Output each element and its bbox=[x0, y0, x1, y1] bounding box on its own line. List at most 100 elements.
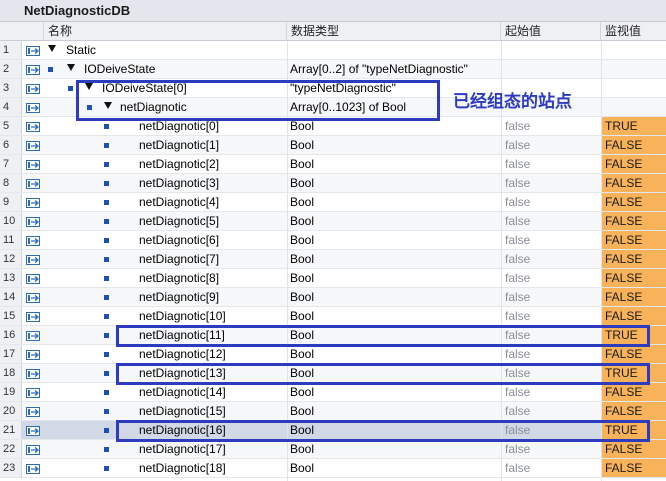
table-row[interactable]: 9 netDiagnotic[4] Bool false FALSE bbox=[0, 193, 666, 212]
start-value-cell[interactable]: false bbox=[505, 174, 530, 192]
start-value-cell[interactable]: false bbox=[505, 364, 530, 382]
data-type-cell[interactable]: Bool bbox=[290, 421, 314, 439]
table-row[interactable]: 2 IODeiveState Array[0..2] of "typeNetDiag… bbox=[0, 60, 666, 79]
tag-name[interactable]: netDiagnotic[7] bbox=[139, 250, 219, 268]
tag-name[interactable]: Static bbox=[66, 41, 96, 59]
tag-name[interactable]: netDiagnotic[6] bbox=[139, 231, 219, 249]
table-row[interactable]: 23 netDiagnotic[18] Bool false FALSE bbox=[0, 459, 666, 478]
expand-triangle-icon[interactable] bbox=[48, 45, 56, 52]
start-value-cell[interactable]: false bbox=[505, 117, 530, 135]
tag-name[interactable]: netDiagnotic[1] bbox=[139, 136, 219, 154]
expand-triangle-icon[interactable] bbox=[67, 64, 75, 71]
table-row[interactable]: 8 netDiagnotic[3] Bool false FALSE bbox=[0, 174, 666, 193]
start-value-cell[interactable]: false bbox=[505, 459, 530, 477]
tag-name[interactable]: netDiagnotic[15] bbox=[139, 402, 226, 420]
db-in-out-icon bbox=[26, 64, 40, 75]
table-row[interactable]: 17 netDiagnotic[12] Bool false FALSE bbox=[0, 345, 666, 364]
data-type-cell[interactable]: Bool bbox=[290, 345, 314, 363]
start-value-cell[interactable]: false bbox=[505, 383, 530, 401]
column-header-monitor-value[interactable]: 监视值 bbox=[601, 22, 666, 40]
row-number: 23 bbox=[0, 459, 22, 477]
table-row[interactable]: 13 netDiagnotic[8] Bool false FALSE bbox=[0, 269, 666, 288]
tag-name[interactable]: netDiagnotic[8] bbox=[139, 269, 219, 287]
tag-name[interactable]: netDiagnotic[2] bbox=[139, 155, 219, 173]
tag-name[interactable]: netDiagnotic[18] bbox=[139, 459, 226, 477]
start-value-cell[interactable]: false bbox=[505, 212, 530, 230]
table-row[interactable]: 20 netDiagnotic[15] Bool false FALSE bbox=[0, 402, 666, 421]
table-row[interactable]: 5 netDiagnotic[0] Bool false TRUE bbox=[0, 117, 666, 136]
data-type-cell[interactable]: Bool bbox=[290, 155, 314, 173]
start-value-cell[interactable]: false bbox=[505, 440, 530, 458]
start-value-cell[interactable]: false bbox=[505, 250, 530, 268]
tag-name[interactable]: netDiagnotic[4] bbox=[139, 193, 219, 211]
tag-name[interactable]: netDiagnotic[3] bbox=[139, 174, 219, 192]
tag-name[interactable]: netDiagnotic[16] bbox=[139, 421, 226, 439]
table-row[interactable]: 21 netDiagnotic[16] Bool false TRUE bbox=[0, 421, 666, 440]
data-type-cell[interactable]: Bool bbox=[290, 269, 314, 287]
start-value-cell[interactable]: false bbox=[505, 307, 530, 325]
tree-bullet-icon bbox=[104, 219, 109, 224]
start-value-cell[interactable]: false bbox=[505, 193, 530, 211]
data-type-cell[interactable]: Bool bbox=[290, 117, 314, 135]
table-row[interactable]: 10 netDiagnotic[5] Bool false FALSE bbox=[0, 212, 666, 231]
tag-name[interactable]: IODeiveState bbox=[84, 60, 155, 78]
start-value-cell[interactable]: false bbox=[505, 155, 530, 173]
tag-name[interactable]: netDiagnotic[5] bbox=[139, 212, 219, 230]
db-in-out-icon bbox=[26, 197, 40, 208]
tag-name[interactable]: netDiagnotic[10] bbox=[139, 307, 226, 325]
data-type-cell[interactable]: Bool bbox=[290, 288, 314, 306]
data-type-cell[interactable]: Array[0..1023] of Bool bbox=[290, 98, 406, 116]
start-value-cell[interactable]: false bbox=[505, 345, 530, 363]
data-type-cell[interactable]: Array[0..2] of "typeNetDiagnostic" bbox=[290, 60, 468, 78]
table-row[interactable]: 15 netDiagnotic[10] Bool false FALSE bbox=[0, 307, 666, 326]
tag-name[interactable]: netDiagnotic[14] bbox=[139, 383, 226, 401]
start-value-cell[interactable]: false bbox=[505, 136, 530, 154]
row-number: 16 bbox=[0, 326, 22, 344]
column-header-start-value[interactable]: 起始值 bbox=[501, 22, 601, 40]
data-type-cell[interactable]: Bool bbox=[290, 326, 314, 344]
tag-name[interactable]: netDiagnotic[11] bbox=[139, 326, 225, 344]
table-row[interactable]: 18 netDiagnotic[13] Bool false TRUE bbox=[0, 364, 666, 383]
data-type-cell[interactable]: Bool bbox=[290, 193, 314, 211]
table-row[interactable]: 6 netDiagnotic[1] Bool false FALSE bbox=[0, 136, 666, 155]
data-type-cell[interactable]: Bool bbox=[290, 250, 314, 268]
start-value-cell[interactable]: false bbox=[505, 288, 530, 306]
column-header-name[interactable]: 名称 bbox=[44, 22, 287, 40]
tag-name[interactable]: IODeiveState[0] bbox=[102, 79, 187, 97]
table-row[interactable]: 19 netDiagnotic[14] Bool false FALSE bbox=[0, 383, 666, 402]
table-row[interactable]: 1 Static bbox=[0, 41, 666, 60]
data-type-cell[interactable]: Bool bbox=[290, 231, 314, 249]
data-type-cell[interactable]: "typeNetDiagnostic" bbox=[290, 79, 396, 97]
expand-triangle-icon[interactable] bbox=[85, 83, 93, 90]
data-type-cell[interactable]: Bool bbox=[290, 174, 314, 192]
row-number: 4 bbox=[0, 98, 22, 116]
start-value-cell[interactable]: false bbox=[505, 326, 530, 344]
tag-name[interactable]: netDiagnotic[13] bbox=[139, 364, 226, 382]
tag-name[interactable]: netDiagnotic[0] bbox=[139, 117, 219, 135]
data-type-cell[interactable]: Bool bbox=[290, 212, 314, 230]
table-row[interactable]: 11 netDiagnotic[6] Bool false FALSE bbox=[0, 231, 666, 250]
column-header-data-type[interactable]: 数据类型 bbox=[287, 22, 501, 40]
data-type-cell[interactable]: Bool bbox=[290, 136, 314, 154]
data-type-cell[interactable]: Bool bbox=[290, 383, 314, 401]
start-value-cell[interactable]: false bbox=[505, 231, 530, 249]
tag-name[interactable]: netDiagnotic[17] bbox=[139, 440, 226, 458]
data-type-cell[interactable]: Bool bbox=[290, 364, 314, 382]
tag-name[interactable]: netDiagnotic[9] bbox=[139, 288, 219, 306]
tag-name[interactable]: netDiagnotic bbox=[120, 98, 187, 116]
data-type-cell[interactable]: Bool bbox=[290, 440, 314, 458]
data-type-cell[interactable]: Bool bbox=[290, 307, 314, 325]
start-value-cell[interactable]: false bbox=[505, 269, 530, 287]
table-row[interactable]: 14 netDiagnotic[9] Bool false FALSE bbox=[0, 288, 666, 307]
tag-name[interactable]: netDiagnotic[12] bbox=[139, 345, 226, 363]
table-row[interactable]: 7 netDiagnotic[2] Bool false FALSE bbox=[0, 155, 666, 174]
start-value-cell[interactable]: false bbox=[505, 402, 530, 420]
table-row[interactable]: 16 netDiagnotic[11] Bool false TRUE bbox=[0, 326, 666, 345]
table-row[interactable]: 12 netDiagnotic[7] Bool false FALSE bbox=[0, 250, 666, 269]
table-row[interactable]: 22 netDiagnotic[17] Bool false FALSE bbox=[0, 440, 666, 459]
data-type-cell[interactable]: Bool bbox=[290, 459, 314, 477]
data-type-cell[interactable]: Bool bbox=[290, 402, 314, 420]
annotation-label: 已经组态的站点 bbox=[453, 92, 572, 111]
start-value-cell[interactable]: false bbox=[505, 421, 530, 439]
expand-triangle-icon[interactable] bbox=[104, 102, 112, 109]
